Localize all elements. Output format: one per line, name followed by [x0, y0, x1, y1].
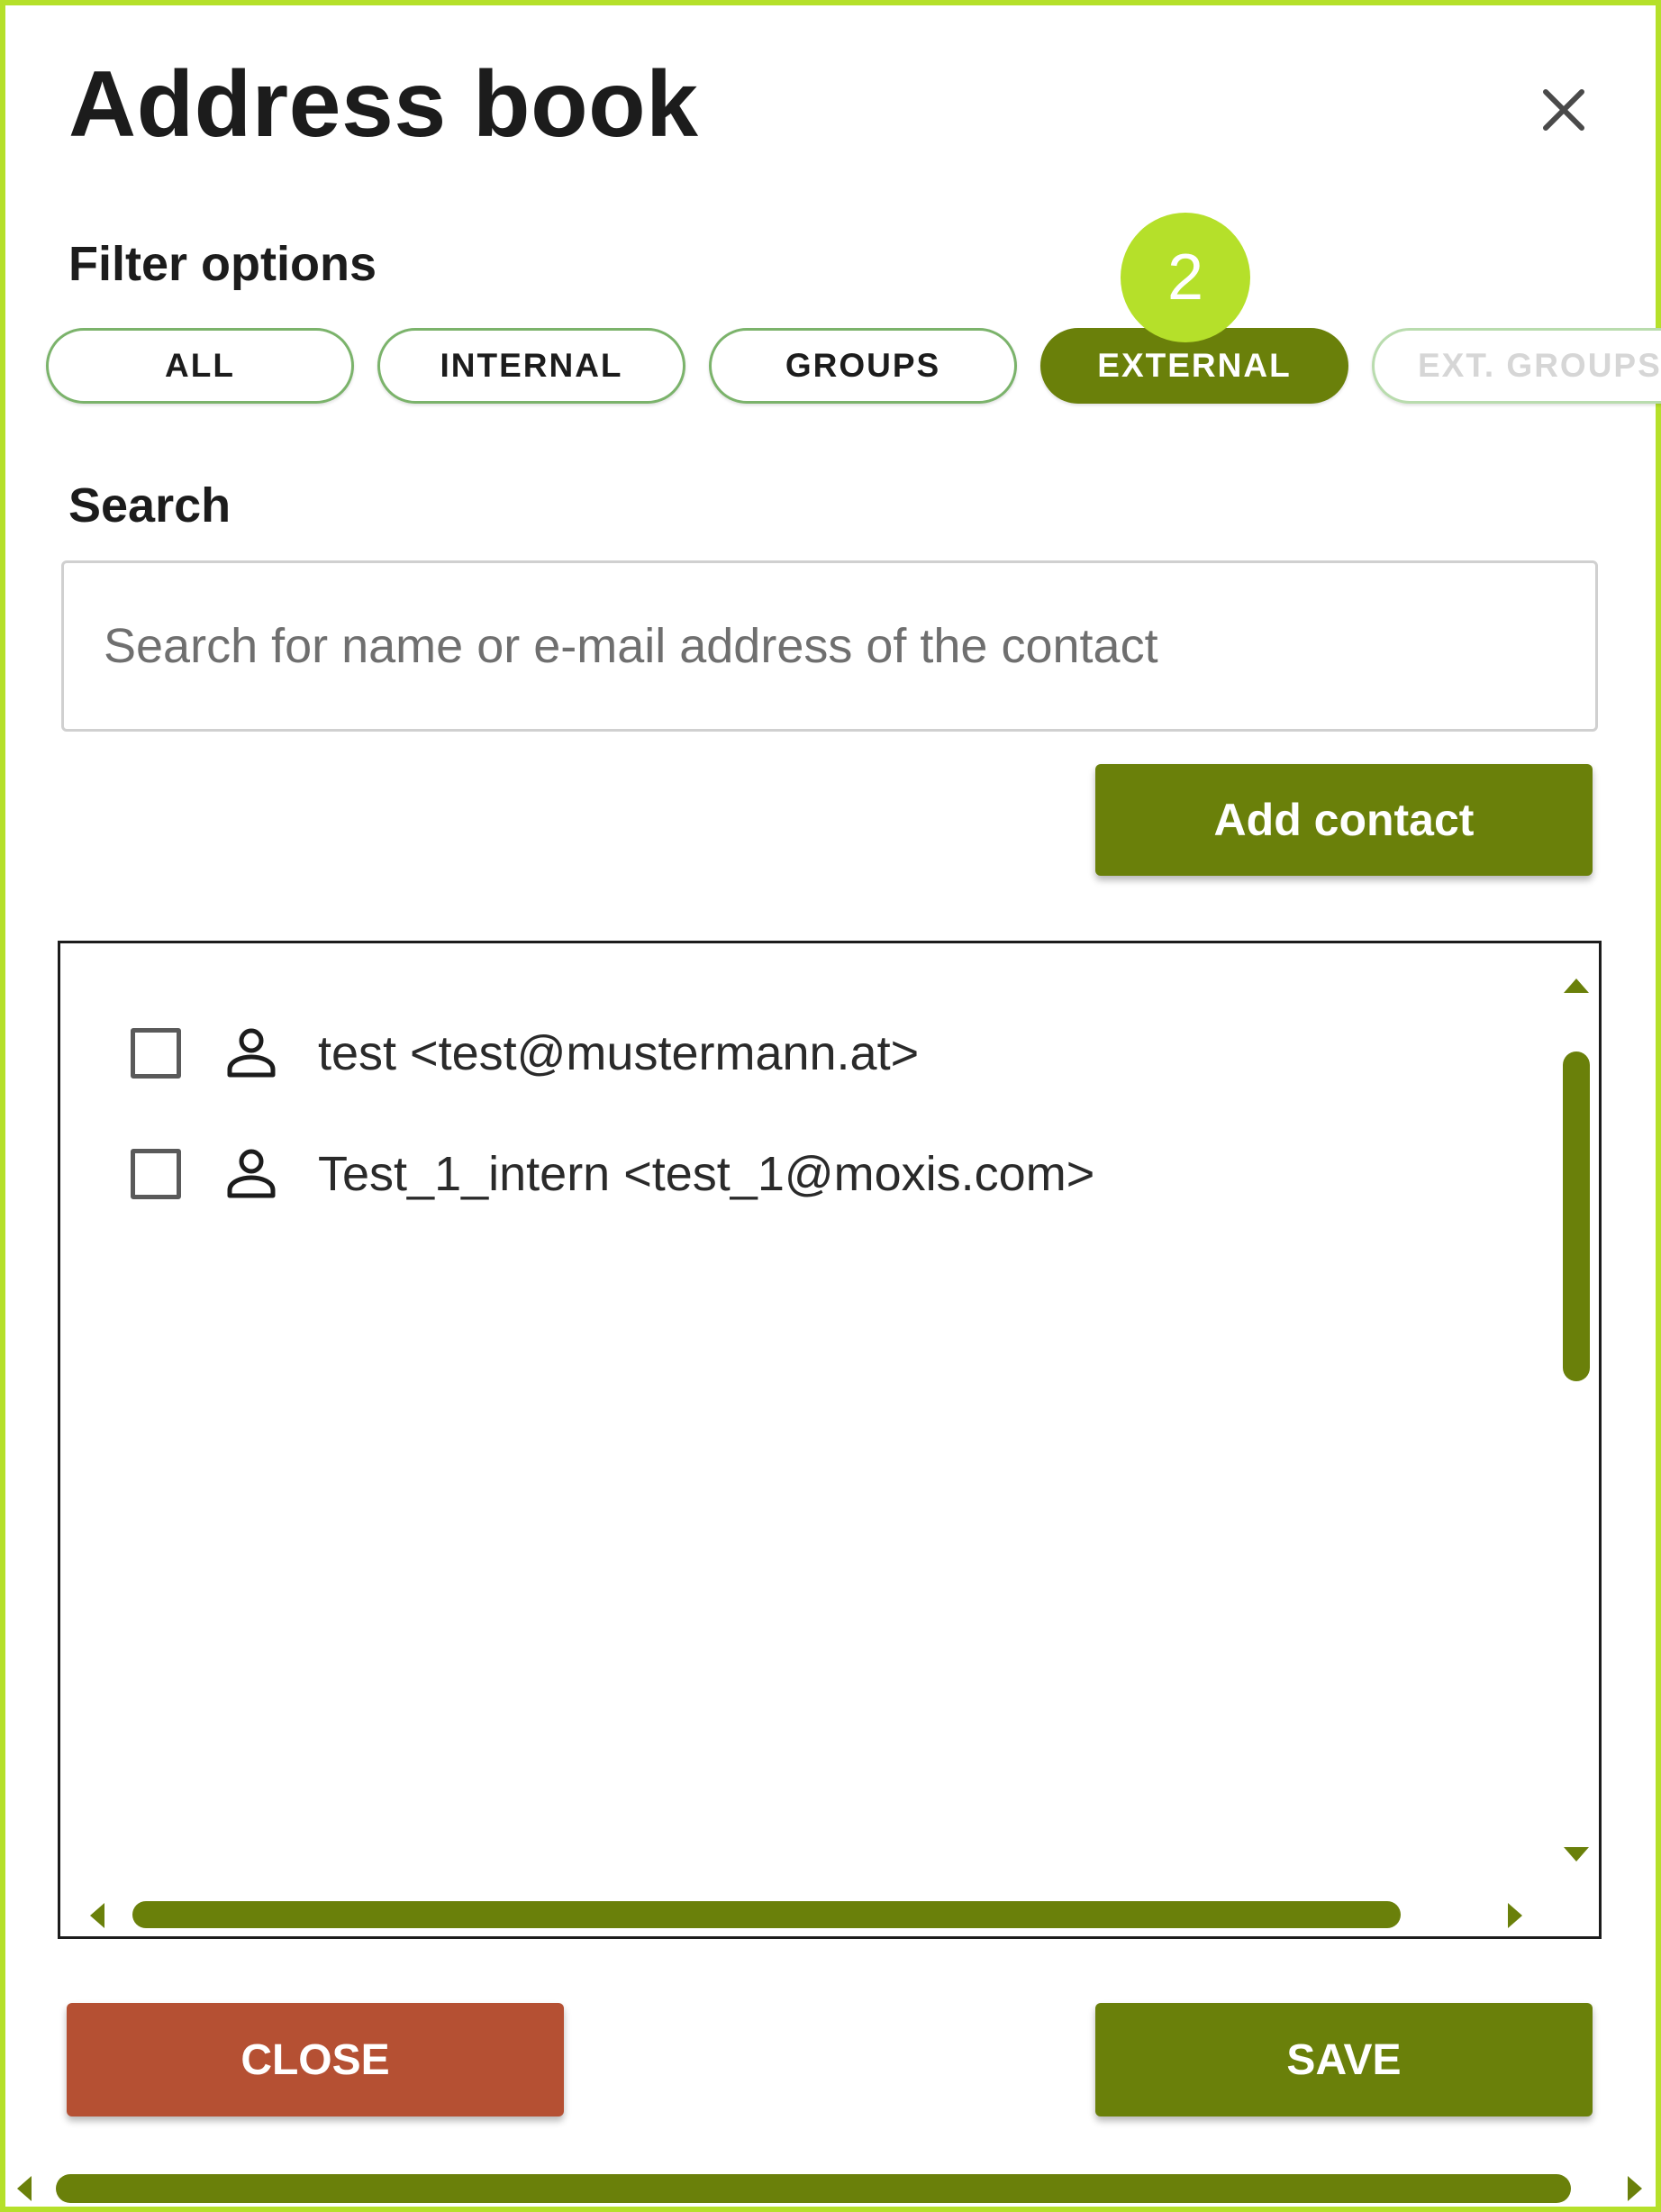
save-button[interactable]: SAVE [1095, 2003, 1593, 2116]
person-icon [227, 1028, 276, 1078]
filter-chip-ext-groups: EXT. GROUPS [1372, 328, 1661, 404]
address-book-dialog: Address book Filter options ALL INTERNAL… [0, 0, 1661, 2212]
vertical-scrollbar-thumb[interactable] [1563, 1051, 1590, 1381]
add-contact-button[interactable]: Add contact [1095, 764, 1593, 876]
filter-options-label: Filter options [68, 237, 377, 291]
horizontal-scrollbar-thumb[interactable] [132, 1901, 1401, 1928]
contact-checkbox[interactable] [131, 1028, 181, 1079]
contact-list: test <test@mustermann.at> Test_1_intern … [58, 941, 1602, 1939]
scroll-left-arrow-icon[interactable] [87, 1900, 107, 1931]
list-item[interactable]: test <test@mustermann.at> [131, 1017, 919, 1089]
scroll-down-arrow-icon[interactable] [1561, 1844, 1592, 1864]
scroll-up-arrow-icon[interactable] [1561, 976, 1592, 996]
outer-scroll-right-arrow-icon[interactable] [1625, 2173, 1645, 2204]
filter-chip-internal[interactable]: INTERNAL [377, 328, 685, 404]
filter-chip-groups[interactable]: GROUPS [709, 328, 1017, 404]
list-item[interactable]: Test_1_intern <test_1@moxis.com> [131, 1138, 1094, 1210]
scroll-right-arrow-icon[interactable] [1505, 1900, 1525, 1931]
filter-chip-all[interactable]: ALL [46, 328, 354, 404]
search-input[interactable] [61, 560, 1598, 732]
contact-checkbox[interactable] [131, 1149, 181, 1199]
person-icon [227, 1149, 276, 1198]
contact-label: test <test@mustermann.at> [318, 1026, 920, 1080]
outer-scroll-left-arrow-icon[interactable] [14, 2173, 34, 2204]
close-icon[interactable] [1537, 83, 1591, 137]
close-button[interactable]: CLOSE [67, 2003, 564, 2116]
contact-label: Test_1_intern <test_1@moxis.com> [318, 1147, 1095, 1201]
step-badge: 2 [1121, 213, 1250, 342]
outer-horizontal-scrollbar-thumb[interactable] [56, 2174, 1571, 2203]
dialog-title: Address book [68, 52, 699, 157]
search-label: Search [68, 478, 231, 533]
